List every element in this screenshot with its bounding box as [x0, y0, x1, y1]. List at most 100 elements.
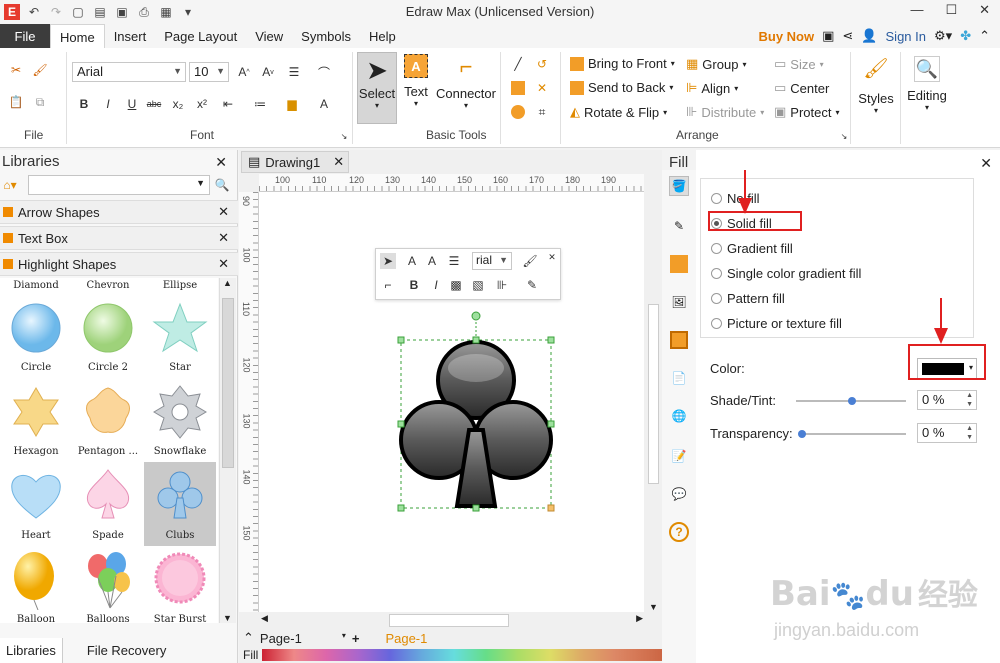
export-icon[interactable]: ▦: [158, 4, 174, 20]
image-icon[interactable]: 🖼: [669, 292, 689, 312]
shape-star[interactable]: Star: [144, 294, 216, 378]
spinner-arrows-icon[interactable]: ▲ ▼: [966, 391, 973, 409]
indent-icon[interactable]: ⇤: [220, 96, 236, 112]
library-category-arrow-shapes[interactable]: Arrow Shapes ✕: [0, 200, 238, 224]
radio-button[interactable]: [711, 268, 722, 279]
tab-home[interactable]: Home: [50, 24, 105, 49]
text-tool-button[interactable]: A Text ▾: [400, 54, 432, 108]
customize-dropdown-icon[interactable]: ▾: [180, 4, 196, 20]
clubs-shape-selected[interactable]: [389, 310, 559, 516]
scroll-right-icon[interactable]: ▶: [636, 613, 643, 624]
shape-ellipse[interactable]: Ellipse: [144, 278, 216, 291]
document-tab[interactable]: ▤ Drawing1 ✕: [241, 151, 349, 173]
library-scrollbar[interactable]: ▲ ▼: [219, 278, 236, 623]
tab-insert[interactable]: Insert: [105, 24, 156, 48]
library-category-text-box[interactable]: Text Box ✕: [0, 226, 238, 250]
send-to-back-button[interactable]: Send to Back ▾: [570, 80, 673, 95]
page-select[interactable]: Page-1 ▾: [260, 631, 346, 646]
ellipse-tool-icon[interactable]: [510, 104, 526, 120]
close-icon[interactable]: ✕: [215, 154, 227, 171]
bring-to-front-button[interactable]: Bring to Front ▾: [570, 56, 675, 71]
redo-icon[interactable]: ↷: [48, 4, 64, 20]
shape-spade[interactable]: Spade: [72, 462, 144, 546]
connector-tool-button[interactable]: ⌐ Connector ▾: [436, 54, 496, 110]
shape-circle-2[interactable]: Circle 2: [72, 294, 144, 378]
fill-bucket-icon[interactable]: 🪣: [669, 176, 689, 196]
save-icon[interactable]: ▣: [114, 4, 130, 20]
tab-page-layout[interactable]: Page Layout: [155, 24, 246, 48]
shape-pentagon[interactable]: Pentagon ...: [72, 378, 144, 462]
distribute-button[interactable]: ⊪ Distribute ▾: [686, 104, 764, 120]
arc-tool-icon[interactable]: ↺: [534, 56, 550, 72]
connector-icon[interactable]: ⌐: [380, 277, 396, 293]
tab-file-recovery[interactable]: File Recovery: [81, 638, 172, 663]
transparency-input[interactable]: 0 % ▲ ▼: [917, 423, 977, 443]
styles-button[interactable]: 🖌 Styles ▾: [856, 56, 896, 115]
minimize-icon[interactable]: —: [910, 2, 923, 18]
tab-view[interactable]: View: [246, 24, 292, 48]
help-icon[interactable]: ?: [669, 522, 689, 542]
cart-icon[interactable]: ▣: [822, 28, 834, 44]
scroll-up-icon[interactable]: ▲: [223, 278, 232, 288]
canvas-vertical-scrollbar[interactable]: ▼: [645, 174, 662, 612]
ribbon-collapse-icon[interactable]: ⌃: [979, 28, 990, 44]
center-button[interactable]: ▭ Center: [774, 80, 829, 96]
size-button[interactable]: ▭ Size ▾: [774, 56, 824, 72]
slider-knob[interactable]: [848, 397, 856, 405]
subscript-icon[interactable]: x₂: [170, 96, 186, 112]
radio-button[interactable]: [711, 293, 722, 304]
close-icon[interactable]: ✕: [544, 249, 560, 265]
close-icon[interactable]: ✕: [218, 256, 229, 272]
radio-button[interactable]: [711, 318, 722, 329]
search-icon[interactable]: 🔍: [214, 177, 230, 193]
shape-star-burst[interactable]: Star Burst: [144, 546, 216, 623]
option-gradient-fill[interactable]: Gradient fill: [711, 241, 793, 256]
scroll-left-icon[interactable]: ◀: [261, 613, 268, 624]
share-icon[interactable]: ⋖: [842, 28, 853, 44]
line-spacing-icon[interactable]: ⌒: [316, 64, 332, 80]
spinner-arrows-icon[interactable]: ▲ ▼: [966, 424, 973, 442]
slider-knob[interactable]: [798, 430, 806, 438]
dialog-launcher-icon[interactable]: ↘: [336, 128, 352, 144]
group-button[interactable]: ▦ Group ▾: [686, 56, 746, 72]
layers-icon[interactable]: [669, 330, 689, 350]
option-pattern-fill[interactable]: Pattern fill: [711, 291, 785, 306]
shape-balloons[interactable]: Balloons: [72, 546, 144, 623]
font-color-icon[interactable]: A: [316, 96, 332, 112]
send-backward-icon[interactable]: ▧: [470, 277, 486, 293]
open-folder-icon[interactable]: ▤: [92, 4, 108, 20]
protect-button[interactable]: ▣ Protect ▾: [774, 104, 840, 120]
grow-font-icon[interactable]: A: [404, 253, 420, 269]
line-tool-icon[interactable]: ╱: [510, 56, 526, 72]
close-icon[interactable]: ✕: [218, 204, 229, 220]
comment-icon[interactable]: 💬: [669, 484, 689, 504]
font-size-select[interactable]: 10 ▼: [189, 62, 229, 82]
align-button[interactable]: ⊫ Align ▾: [686, 80, 738, 96]
strikethrough-icon[interactable]: abc: [146, 96, 162, 112]
rectangle-tool-icon[interactable]: [510, 80, 526, 96]
file-tab[interactable]: File: [0, 24, 50, 48]
underline-icon[interactable]: U: [124, 96, 140, 112]
close-window-icon[interactable]: ✕: [979, 2, 990, 18]
close-icon[interactable]: ✕: [218, 230, 229, 246]
mini-font-select[interactable]: rial ▼: [472, 252, 512, 270]
grow-font-icon[interactable]: A ^: [236, 64, 252, 80]
shadow-icon[interactable]: [669, 254, 689, 274]
color-swatches[interactable]: [262, 649, 662, 661]
scroll-thumb[interactable]: [648, 304, 659, 484]
print-icon[interactable]: ⎙: [136, 4, 152, 20]
scroll-down-icon[interactable]: ▼: [649, 602, 658, 612]
library-category-highlight-shapes[interactable]: Highlight Shapes ✕: [0, 252, 238, 276]
cut-icon[interactable]: ✂: [8, 62, 24, 78]
select-tool-button[interactable]: ➤ Select ▾: [357, 52, 397, 124]
shrink-font-icon[interactable]: A: [424, 253, 440, 269]
library-search-input[interactable]: ▼: [28, 175, 210, 195]
crop-tool-icon[interactable]: ⌗: [534, 104, 550, 120]
buy-now-link[interactable]: Buy Now: [759, 29, 815, 44]
option-no-fill[interactable]: No fill: [711, 191, 760, 206]
note-icon[interactable]: 📝: [669, 446, 689, 466]
editing-button[interactable]: 🔍 Editing ▾: [904, 56, 950, 112]
radio-button[interactable]: [711, 193, 722, 204]
shape-balloon[interactable]: Balloon: [0, 546, 72, 623]
line-style-icon[interactable]: ✎: [669, 216, 689, 236]
